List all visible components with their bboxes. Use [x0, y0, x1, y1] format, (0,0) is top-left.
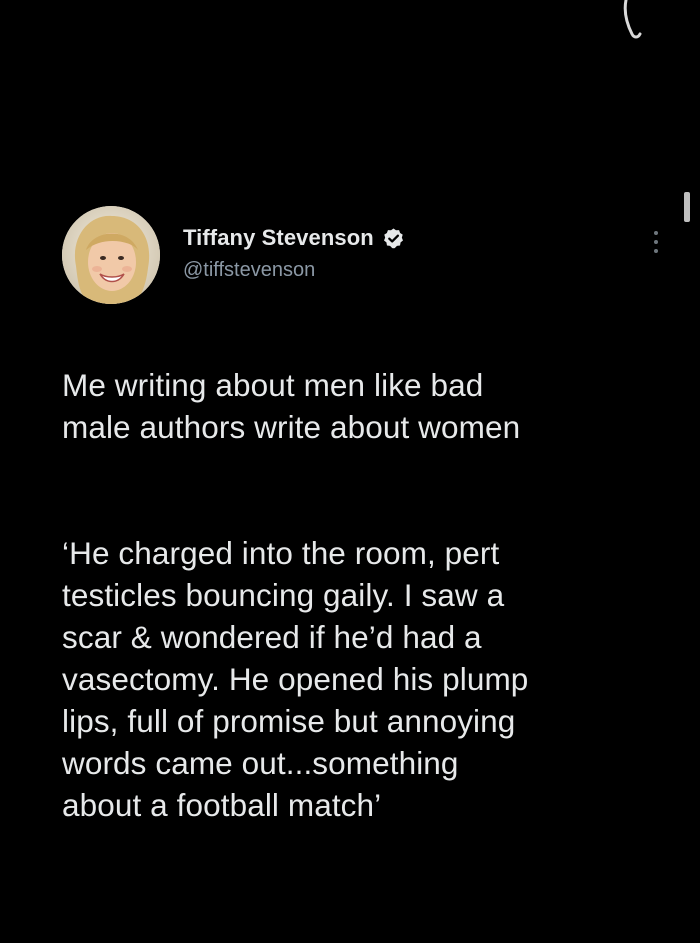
display-name[interactable]: Tiffany Stevenson — [183, 225, 374, 251]
tweet-paragraph: Me writing about men like bad male autho… — [62, 367, 521, 445]
name-row: Tiffany Stevenson — [183, 222, 405, 254]
scrollbar-thumb[interactable] — [684, 192, 690, 222]
tweet-paragraph: ‘He charged into the room, pert testicle… — [62, 535, 529, 823]
tweet-screenshot: Tiffany Stevenson @tiffstevenson Me writ… — [0, 0, 700, 943]
tweet-header: Tiffany Stevenson @tiffstevenson — [62, 206, 672, 306]
user-meta: Tiffany Stevenson @tiffstevenson — [183, 222, 405, 282]
profile-photo-icon — [62, 206, 160, 304]
tweet-text: Me writing about men like bad male autho… — [62, 322, 682, 868]
user-handle[interactable]: @tiffstevenson — [183, 259, 405, 282]
verified-badge-icon — [383, 227, 403, 248]
tweet-card[interactable]: Tiffany Stevenson @tiffstevenson Me writ… — [62, 206, 672, 868]
more-options-icon[interactable] — [650, 228, 662, 256]
scribble-mark — [623, 0, 642, 39]
avatar[interactable] — [62, 206, 160, 304]
